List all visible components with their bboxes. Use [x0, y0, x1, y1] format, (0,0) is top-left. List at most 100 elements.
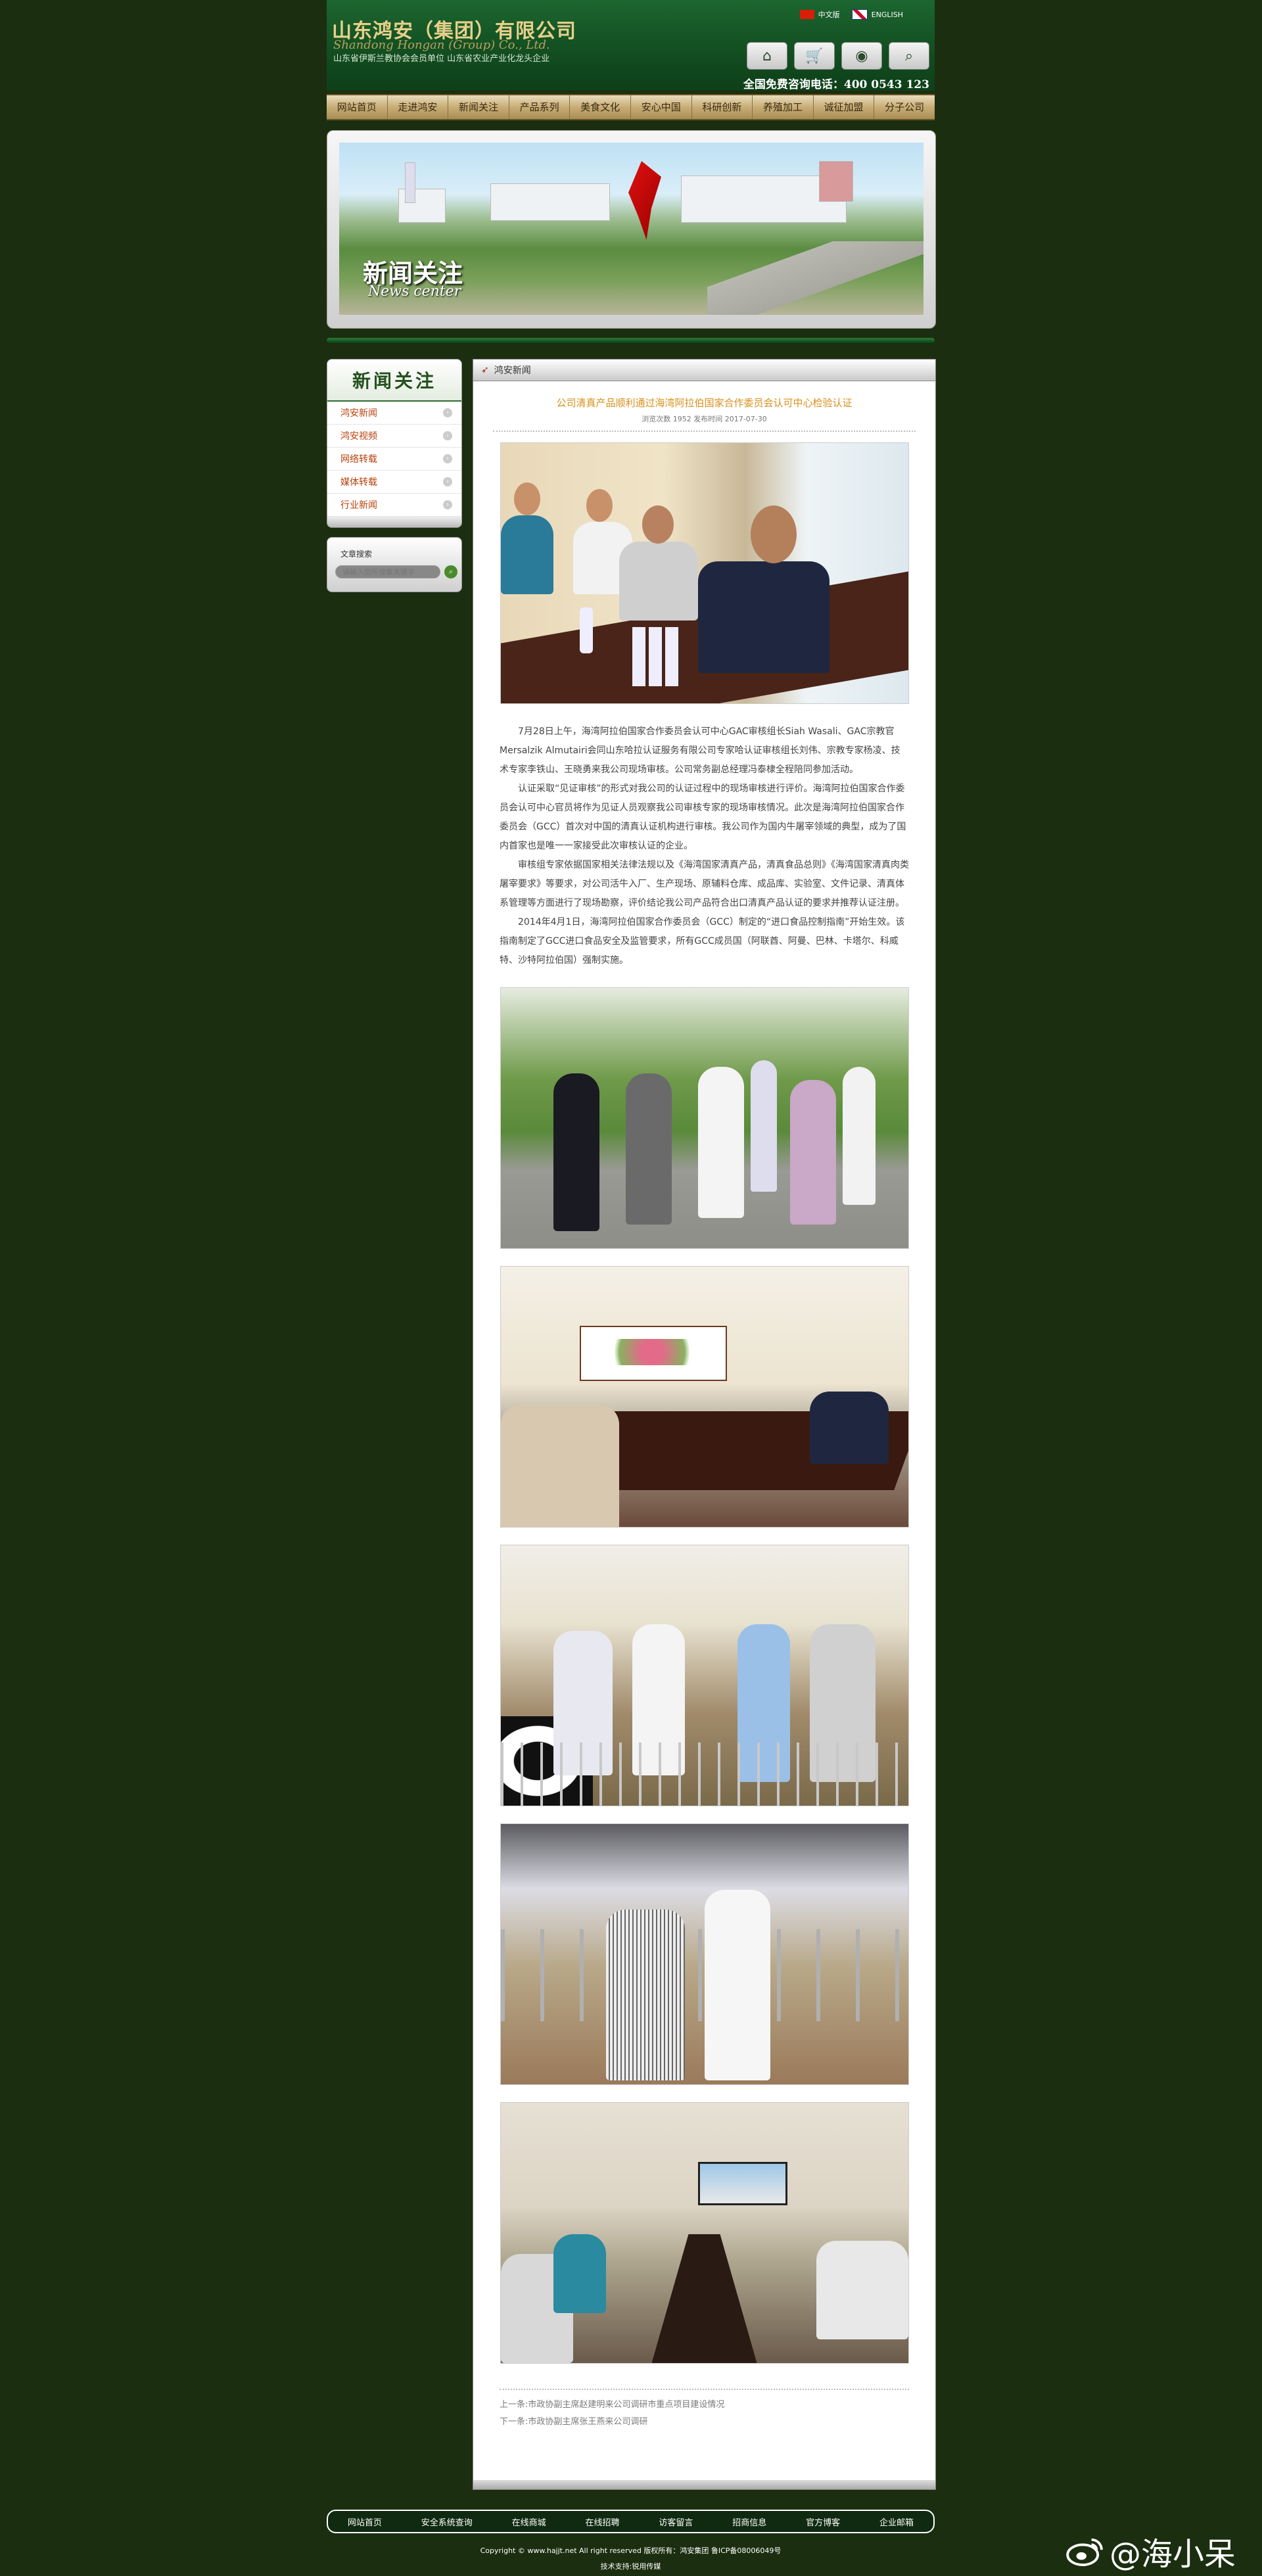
person-shape	[809, 1392, 889, 1464]
home-icon[interactable]: ⌂	[747, 42, 787, 70]
article-photo	[500, 2102, 909, 2364]
watermark-text: @海小呆	[1110, 2536, 1236, 2573]
article-photo	[500, 442, 909, 704]
chevron-right-icon: ›	[443, 500, 452, 509]
person-shape	[789, 1080, 836, 1225]
nav-item-home[interactable]: 网站首页	[327, 95, 388, 119]
person-shape	[605, 1909, 685, 2080]
article-photo	[500, 1266, 909, 1528]
person-shape	[619, 542, 698, 621]
language-switcher: 中文版 ENGLISH	[799, 9, 903, 20]
divider-bar	[327, 338, 935, 343]
sidebar-heading: 新闻关注	[327, 360, 461, 402]
uk-flag-icon	[851, 9, 868, 20]
tech-support: 技术支持:锐用传媒	[600, 2562, 661, 2571]
person-shape	[500, 515, 553, 594]
person-shape	[842, 1067, 876, 1205]
article-photo	[500, 1823, 909, 2085]
weibo-icon	[1066, 2538, 1103, 2566]
flower-painting	[599, 1339, 705, 1365]
bottle-shape	[579, 607, 593, 653]
weibo-watermark: @海小呆	[1066, 2528, 1236, 2574]
sidebar-item-videos[interactable]: 鸿安视频 ›	[327, 425, 461, 448]
person-head	[586, 489, 613, 522]
person-shape	[500, 1405, 619, 1527]
cart-icon[interactable]: 🛒	[794, 42, 835, 70]
chat-icon[interactable]: ◉	[841, 42, 882, 70]
footer-link-store[interactable]: 在线商城	[512, 2516, 546, 2528]
article-body: 7月28日上午，海湾阿拉伯国家合作委员会认可中心GAC审核组长Siah Wasa…	[500, 722, 909, 970]
search-button[interactable]: ⌕	[444, 565, 457, 578]
building-shape	[490, 183, 610, 221]
person-shape	[697, 1067, 744, 1218]
nav-item-franchise[interactable]: 诚征加盟	[814, 95, 875, 119]
logo-english: Shandong Hongan (Group) Co., Ltd.	[333, 38, 550, 52]
lang-chinese-link[interactable]: 中文版	[799, 9, 840, 20]
nav-item-products[interactable]: 产品系列	[509, 95, 571, 119]
logo-tagline: 山东省伊斯兰教协会会员单位 山东省农业产业化龙头企业	[333, 54, 550, 64]
sidebar-item-media-reprints[interactable]: 媒体转载 ›	[327, 471, 461, 494]
prev-article-link[interactable]: 上一条:市政协副主席赵建明来公司调研市重点项目建设情况	[500, 2397, 909, 2414]
footer-links: 网站首页 安全系统查询 在线商城 在线招聘 访客留言 招商信息 官方博客 企业邮…	[327, 2510, 935, 2533]
main-nav: 网站首页 走进鸿安 新闻关注 产品系列 美食文化 安心中国 科研创新 养殖加工 …	[327, 94, 935, 120]
article-search: 文章搜索 ⌕	[327, 537, 462, 592]
footer-link-blog[interactable]: 官方博客	[806, 2516, 840, 2528]
fence-shape	[500, 1743, 908, 1806]
chevron-right-icon: ›	[443, 477, 452, 486]
section-title: 鸿安新闻	[494, 365, 531, 376]
person-shape	[816, 2241, 908, 2339]
main-content: ➶ 鸿安新闻 公司清真产品顺利通过海湾阿拉伯国家合作委员会认可中心检验认证 浏览…	[473, 359, 936, 2490]
article-meta: 浏览次数 1952 发布时间 2017-07-30	[493, 413, 916, 432]
article-pagination: 上一条:市政协副主席赵建明来公司调研市重点项目建设情况 下一条:市政协副主席张王…	[500, 2389, 909, 2431]
person-shape	[750, 1060, 777, 1192]
nav-item-safe-china[interactable]: 安心中国	[631, 95, 692, 119]
footer-link-security-check[interactable]: 安全系统查询	[421, 2516, 473, 2528]
article-paragraph: 认证采取“见证审核”的形式对我公司的认证过程中的现场审核进行评价。海湾阿拉伯国家…	[500, 784, 906, 851]
sidebar-item-web-reprints[interactable]: 网络转载 ›	[327, 448, 461, 471]
nav-item-breeding[interactable]: 养殖加工	[753, 95, 814, 119]
footer-link-mail[interactable]: 企业邮箱	[879, 2516, 914, 2528]
article-paragraph: 2014年4月1日，海湾阿拉伯国家合作委员会（GCC）制定的“进口食品控制指南”…	[500, 917, 905, 966]
site-header: 山东鸿安（集团）有限公司 Shandong Hongan (Group) Co.…	[327, 0, 935, 91]
lang-english-link[interactable]: ENGLISH	[851, 9, 903, 20]
sidebar-menu: 新闻关注 鸿安新闻 › 鸿安视频 › 网络转载 › 媒体转载 › 行业新闻 ›	[327, 359, 462, 528]
person-shape	[625, 1073, 672, 1225]
footer-link-jobs[interactable]: 在线招聘	[586, 2516, 620, 2528]
chevron-right-icon: ›	[443, 431, 452, 440]
chevron-right-icon: ›	[443, 454, 452, 463]
hotline: 全国免费咨询电话：400 0543 123	[743, 78, 929, 91]
footer-link-investment[interactable]: 招商信息	[732, 2516, 766, 2528]
nav-item-news[interactable]: 新闻关注	[448, 95, 509, 119]
search-icon[interactable]: ⌕	[889, 42, 929, 70]
person-head	[750, 505, 797, 563]
screen-shape	[697, 2162, 787, 2205]
copyright: Copyright © www.hajjt.net All right rese…	[480, 2546, 782, 2555]
next-article-link[interactable]: 下一条:市政协副主席张王燕来公司调研	[500, 2414, 909, 2431]
header-tools: ⌂ 🛒 ◉ ⌕	[747, 42, 929, 70]
person-shape	[553, 1073, 599, 1231]
banner-image: 新闻关注 News center	[339, 143, 923, 315]
bottles-shape	[632, 627, 678, 686]
person-shape	[697, 561, 830, 673]
article-title: 公司清真产品顺利通过海湾阿拉伯国家合作委员会认可中心检验认证	[556, 397, 853, 409]
sidebar-item-industry-news[interactable]: 行业新闻 ›	[327, 494, 461, 517]
building-shape	[819, 161, 853, 202]
nav-item-food-culture[interactable]: 美食文化	[570, 95, 631, 119]
search-title: 文章搜索	[340, 550, 373, 559]
sidebar-item-company-news[interactable]: 鸿安新闻 ›	[327, 402, 461, 425]
nav-item-about[interactable]: 走进鸿安	[388, 95, 449, 119]
red-flag-sculpture	[628, 161, 661, 240]
nav-item-subsidiaries[interactable]: 分子公司	[874, 95, 935, 119]
sidebar: 新闻关注 鸿安新闻 › 鸿安视频 › 网络转载 › 媒体转载 › 行业新闻 › 文章搜索 …	[327, 359, 462, 592]
road-shape	[707, 241, 923, 315]
footer-link-guestbook[interactable]: 访客留言	[659, 2516, 693, 2528]
article-paragraph: 审核组专家依据国家相关法律法规以及《海湾国家清真产品，清真食品总则》《海湾国家清…	[500, 860, 909, 908]
article-paragraph: 7月28日上午，海湾阿拉伯国家合作委员会认可中心GAC审核组长Siah Wasa…	[500, 726, 900, 775]
footer-link-home[interactable]: 网站首页	[348, 2516, 382, 2528]
search-input[interactable]	[335, 565, 440, 578]
nav-item-research[interactable]: 科研创新	[692, 95, 753, 119]
article-photo	[500, 987, 909, 1249]
person-head	[513, 482, 540, 515]
banner: 新闻关注 News center	[327, 130, 936, 329]
sidebar-menu-footer	[327, 517, 461, 527]
